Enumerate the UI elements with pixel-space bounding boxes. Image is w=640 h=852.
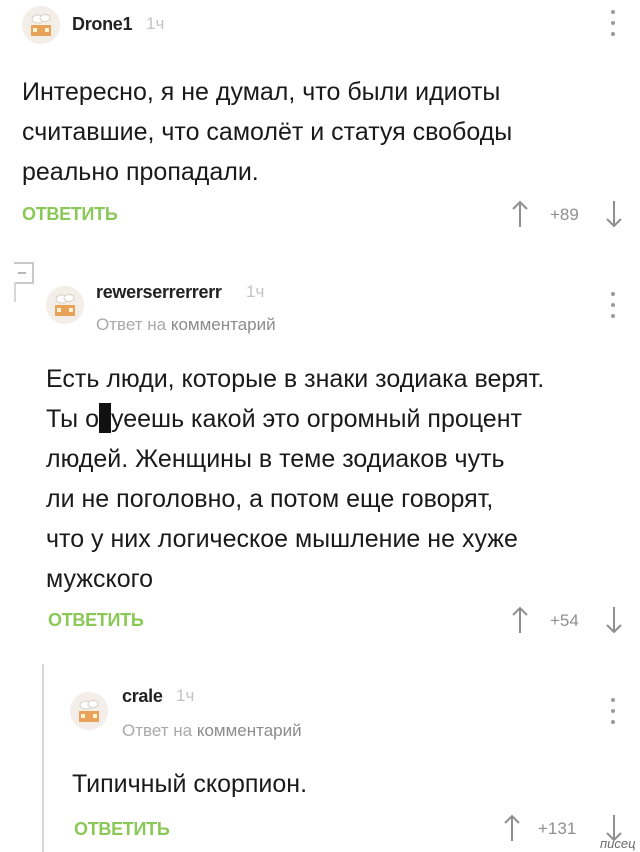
thread-line <box>14 282 16 302</box>
comment-username[interactable]: Drone1 <box>72 14 133 35</box>
comment-body: Есть люди, которые в знаки зодиака верят… <box>46 359 544 599</box>
arrow-up-icon[interactable] <box>510 200 530 228</box>
reply-to-prefix: Ответ на <box>122 721 193 740</box>
comment-line: людей. Женщины в теме зодиаков чуть <box>46 445 505 473</box>
avatar-icon[interactable] <box>70 692 108 730</box>
watermark: писец <box>600 836 636 851</box>
comment-body: Типичный скорпион. <box>72 764 307 804</box>
comment-line-part: Ты о <box>46 405 99 433</box>
comment-line: считавшие, что самолёт и статуя свободы <box>22 118 513 146</box>
comment-line: Есть люди, которые в знаки зодиака верят… <box>46 365 545 393</box>
reply-button[interactable]: ОТВЕТИТЬ <box>48 610 144 631</box>
reply-to-target[interactable]: комментарий <box>197 721 302 740</box>
comment-username[interactable]: rewerserrerrerr <box>96 282 222 303</box>
comment-username[interactable]: crale <box>122 686 163 707</box>
comment-line-part: уеешь какой это огромный процент <box>111 405 522 433</box>
reply-to-link[interactable]: Ответ на комментарий <box>122 721 302 741</box>
comment-time: 1ч <box>176 686 195 705</box>
vote-row: +54 <box>508 606 628 636</box>
kebab-menu-icon[interactable] <box>610 292 616 318</box>
comment-line: ли не поголовно, а потом еще говорят, <box>46 485 494 513</box>
comment-line: Типичный скорпион. <box>72 770 308 798</box>
reply-button[interactable]: ОТВЕТИТЬ <box>22 204 118 225</box>
comment-line: Ты о уеешь какой это огромный процент <box>46 399 544 439</box>
comment-line: реально пропадали. <box>22 158 259 186</box>
kebab-menu-icon[interactable] <box>610 10 616 36</box>
avatar-icon[interactable] <box>46 286 84 324</box>
kebab-menu-icon[interactable] <box>610 698 616 724</box>
arrow-down-icon[interactable] <box>604 200 624 228</box>
comment-line: Интересно, я не думал, что были идиоты <box>22 78 501 106</box>
comment-line: что у них логическое мышление не хуже <box>46 525 518 553</box>
arrow-up-icon[interactable] <box>502 814 522 842</box>
score-value: +54 <box>550 611 579 630</box>
score-value: +131 <box>538 819 577 838</box>
avatar-icon[interactable] <box>22 6 60 44</box>
reply-button[interactable]: ОТВЕТИТЬ <box>74 819 170 840</box>
reply-to-link[interactable]: Ответ на комментарий <box>96 315 276 335</box>
reply-to-prefix: Ответ на <box>96 315 167 334</box>
collapse-thread-icon[interactable] <box>14 262 34 284</box>
reply-to-target[interactable]: комментарий <box>171 315 276 334</box>
comment-time: 1ч <box>146 14 165 33</box>
vote-row: +89 <box>508 200 628 230</box>
arrow-up-icon[interactable] <box>510 606 530 634</box>
comment-line: мужского <box>46 565 154 593</box>
score-value: +89 <box>550 205 579 224</box>
comment-time: 1ч <box>246 282 265 301</box>
comment-body: Интересно, я не думал, что были идиоты с… <box>22 72 512 192</box>
arrow-down-icon[interactable] <box>604 606 624 634</box>
censor-block <box>99 403 111 433</box>
thread-line <box>42 664 44 852</box>
